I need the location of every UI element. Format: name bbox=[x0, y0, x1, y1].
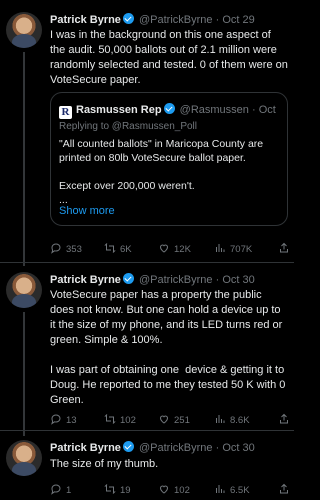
views-button[interactable]: 6.5K bbox=[214, 483, 250, 496]
quote-replying-to: Replying to @Rasmussen_Poll bbox=[59, 121, 197, 132]
quote-text: "All counted ballots" in Maricopa County… bbox=[59, 138, 264, 206]
share-icon bbox=[280, 242, 288, 253]
views-button[interactable]: 707K bbox=[214, 242, 252, 255]
views-chart-icon bbox=[216, 485, 225, 493]
views-chart-icon bbox=[216, 244, 225, 252]
share-button[interactable] bbox=[278, 483, 294, 496]
quote-author-name: Rasmussen Rep bbox=[76, 104, 162, 116]
avatar[interactable] bbox=[6, 12, 42, 48]
share-icon bbox=[280, 413, 288, 424]
show-more-link[interactable]: Show more bbox=[59, 205, 115, 217]
author-handle[interactable]: @PatrickByrne bbox=[139, 14, 213, 26]
author-name[interactable]: Patrick Byrne bbox=[50, 442, 121, 454]
reply-count: 353 bbox=[66, 244, 82, 255]
reply-icon bbox=[51, 484, 61, 495]
like-button[interactable]: 12K bbox=[158, 242, 191, 255]
view-count: 6.5K bbox=[230, 485, 250, 496]
heart-icon bbox=[159, 485, 169, 494]
quote-header: R Rasmussen Rep @Rasmussen · Oct 28 bbox=[59, 103, 279, 119]
tweet-actions: 13 102 251 8.6K bbox=[50, 413, 288, 427]
thread-line bbox=[23, 312, 25, 436]
views-button[interactable]: 8.6K bbox=[214, 413, 250, 426]
retweet-count: 102 bbox=[120, 415, 136, 426]
like-count: 102 bbox=[174, 485, 190, 496]
reply-button[interactable]: 353 bbox=[50, 242, 82, 255]
avatar[interactable] bbox=[6, 440, 42, 476]
thread-line bbox=[23, 52, 25, 266]
author-name[interactable]: Patrick Byrne bbox=[50, 274, 121, 286]
tweet-header: Patrick Byrne @PatrickByrne · Oct 30 bbox=[50, 441, 288, 457]
verified-badge-icon bbox=[122, 273, 134, 284]
tweet-text: The size of my thumb. bbox=[50, 458, 159, 470]
retweet-count: 6K bbox=[120, 244, 132, 255]
tweet-text: I was in the background on this one aspe… bbox=[50, 29, 291, 86]
avatar[interactable] bbox=[6, 272, 42, 308]
reply-count: 13 bbox=[66, 415, 77, 426]
author-handle[interactable]: @PatrickByrne bbox=[139, 274, 213, 286]
tweet-1[interactable]: Patrick Byrne @PatrickByrne · Oct 29 I w… bbox=[0, 0, 294, 266]
view-count: 8.6K bbox=[230, 415, 250, 426]
retweet-count: 19 bbox=[120, 485, 131, 496]
reply-button[interactable]: 13 bbox=[50, 413, 77, 426]
heart-icon bbox=[159, 415, 169, 424]
views-chart-icon bbox=[216, 415, 225, 423]
share-button[interactable] bbox=[278, 242, 294, 255]
tweet-text: VoteSecure paper has a property the publ… bbox=[50, 289, 286, 406]
retweet-button[interactable]: 102 bbox=[104, 413, 136, 426]
author-name[interactable]: Patrick Byrne bbox=[50, 14, 121, 26]
rasmussen-logo-icon: R bbox=[59, 106, 72, 119]
retweet-icon bbox=[104, 484, 116, 494]
retweet-icon bbox=[104, 243, 116, 253]
verified-badge-icon bbox=[122, 441, 134, 452]
like-count: 12K bbox=[174, 244, 191, 255]
retweet-button[interactable]: 19 bbox=[104, 483, 131, 496]
tweet-header: Patrick Byrne @PatrickByrne · Oct 29 bbox=[50, 13, 288, 29]
like-button[interactable]: 102 bbox=[158, 483, 190, 496]
share-button[interactable] bbox=[278, 413, 294, 426]
reply-count: 1 bbox=[66, 485, 72, 496]
quoted-tweet[interactable]: R Rasmussen Rep @Rasmussen · Oct 28 Reply… bbox=[50, 92, 288, 226]
verified-badge-icon bbox=[122, 13, 134, 24]
tweet-2[interactable]: Patrick Byrne @PatrickByrne · Oct 30 Vot… bbox=[0, 262, 294, 436]
tweet-actions: 353 6K 12K 707K bbox=[50, 242, 288, 256]
reply-icon bbox=[51, 243, 61, 254]
reply-button[interactable]: 1 bbox=[50, 483, 71, 496]
like-button[interactable]: 251 bbox=[158, 413, 190, 426]
quote-author-handle: @Rasmussen bbox=[179, 104, 249, 116]
tweet-3[interactable]: Patrick Byrne @PatrickByrne · Oct 30 The… bbox=[0, 430, 294, 500]
tweet-time[interactable]: · Oct 30 bbox=[216, 274, 255, 286]
verified-badge-icon bbox=[163, 103, 175, 114]
quote-time: · Oct 28 bbox=[251, 104, 279, 116]
tweet-time[interactable]: · Oct 30 bbox=[216, 442, 255, 454]
retweet-icon bbox=[104, 414, 116, 424]
view-count: 707K bbox=[230, 244, 253, 255]
tweet-header: Patrick Byrne @PatrickByrne · Oct 30 bbox=[50, 273, 288, 289]
tweet-time[interactable]: · Oct 29 bbox=[216, 14, 255, 26]
reply-icon bbox=[51, 414, 61, 425]
like-count: 251 bbox=[174, 415, 190, 426]
heart-icon bbox=[159, 244, 169, 253]
retweet-button[interactable]: 6K bbox=[104, 242, 132, 255]
author-handle[interactable]: @PatrickByrne bbox=[139, 442, 213, 454]
share-icon bbox=[280, 483, 288, 494]
tweet-actions: 1 19 102 6.5K bbox=[50, 483, 288, 497]
